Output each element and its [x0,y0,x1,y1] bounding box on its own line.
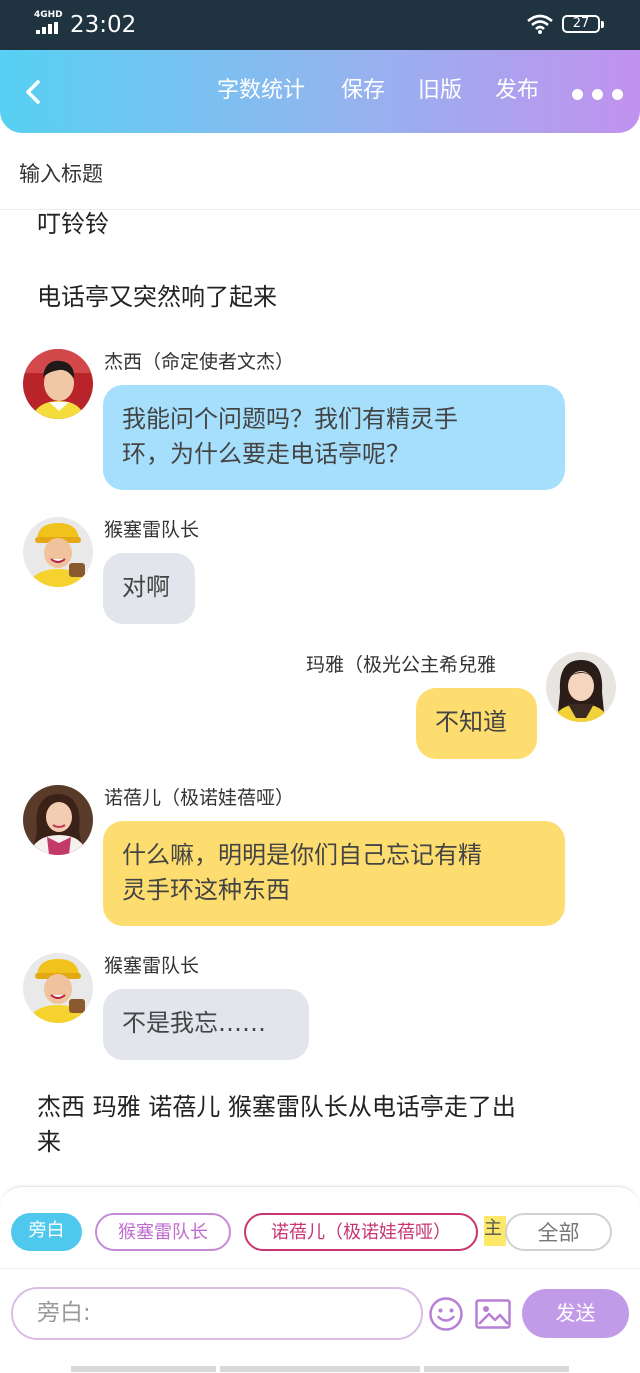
chat-bubble[interactable]: 什么嘛，明明是你们自己忘记有精 灵手环这种东西 [103,821,565,926]
bubble-text: 环，为什么要走电话亭呢？ [122,440,410,468]
avatar[interactable] [23,785,93,855]
bubble-text: 不知道 [435,708,507,736]
chat-bubble[interactable]: 不知道 [416,688,537,759]
wifi-icon [527,14,553,34]
speaker-name: 玛雅（极光公主希兒雅 [306,654,497,676]
speaker-name: 杰西（命定使者文杰） [104,351,295,373]
role-chip-nobelle[interactable]: 诺蓓儿（极诺娃蓓哑） [244,1213,478,1251]
speaker-name: 诺蓓儿（极诺娃蓓哑） [104,787,295,809]
signal-icon [36,22,62,34]
avatar[interactable] [23,953,93,1023]
bubble-text: 什么嘛，明明是你们自己忘记有精 [122,841,482,869]
message-input[interactable]: 旁白: [11,1287,423,1340]
narration-text: 来 [37,1128,61,1156]
bubble-text: 我能问个问题吗？我们有精灵手 [122,405,458,433]
battery-indicator: 27 [562,15,604,33]
status-bar: 4GHD 23:02 27 [0,0,640,50]
save-button[interactable]: 保存 [341,76,385,106]
bubble-text: 灵手环这种东西 [122,876,290,904]
more-dots-icon[interactable] [572,89,624,101]
role-chip-narrator[interactable]: 旁白 [11,1213,82,1251]
publish-button[interactable]: 发布 [495,76,539,106]
chat-bubble[interactable]: 不是我忘…… [103,989,309,1060]
avatar[interactable] [23,349,93,419]
nav-bar-segment [71,1366,216,1372]
all-roles-button[interactable]: 全部 [505,1213,612,1251]
send-button[interactable]: 发送 [522,1289,629,1338]
status-time: 23:02 [70,12,137,38]
narration-text: 电话亭又突然响了起来 [37,283,277,311]
image-icon[interactable] [475,1299,511,1329]
narration-text: 叮铃铃 [37,210,109,238]
nav-bar-segment [424,1366,569,1372]
role-chip-captain[interactable]: 猴塞雷队长 [95,1213,231,1251]
speaker-name: 猴塞雷队长 [104,519,200,541]
bubble-text: 不是我忘…… [122,1009,266,1037]
title-input[interactable]: 输入标题 [19,157,609,191]
avatar[interactable] [546,652,616,722]
speaker-name: 猴塞雷队长 [104,955,200,977]
word-count-button[interactable]: 字数统计 [217,76,305,106]
avatar[interactable] [23,517,93,587]
narration-text: 杰西 玛雅 诺蓓儿 猴塞雷队长从电话亭走了出 [37,1093,516,1121]
divider [0,1268,640,1269]
role-chip-partial[interactable]: 主 [484,1216,506,1246]
chat-bubble[interactable]: 我能问个问题吗？我们有精灵手 环，为什么要走电话亭呢？ [103,385,565,490]
editor-header: 字数统计 保存 旧版 发布 [0,50,640,133]
old-version-button[interactable]: 旧版 [418,76,462,106]
chevron-left-icon[interactable] [18,74,48,110]
nav-bar-segment [220,1366,420,1372]
chat-bubble[interactable]: 对啊 [103,553,195,624]
smiley-icon[interactable] [428,1296,464,1332]
bubble-text: 对啊 [122,573,170,601]
network-type: 4GHD [34,10,63,20]
